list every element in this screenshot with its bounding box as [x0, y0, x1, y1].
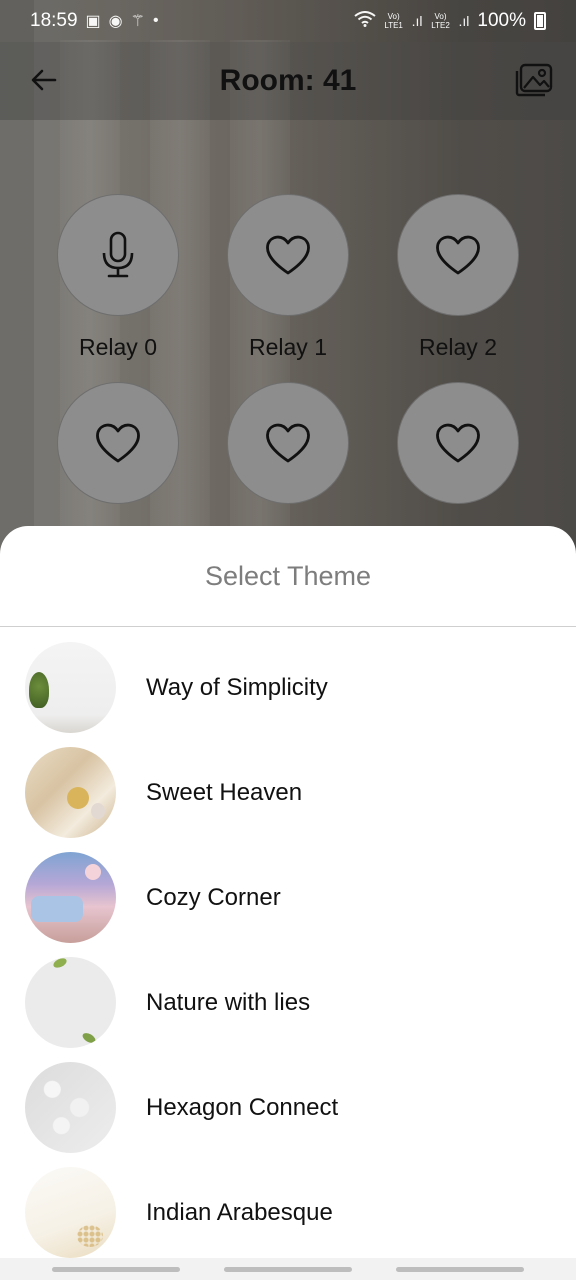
page-title: Room: 41 — [219, 64, 357, 97]
volte1-icon: Vo) LTE1 — [384, 12, 403, 30]
leaf-decor — [51, 957, 69, 970]
heart-icon — [266, 235, 310, 275]
sofa-decor — [31, 896, 83, 922]
theme-list: Way of Simplicity Sweet Heaven Cozy Corn… — [0, 627, 576, 1265]
status-bar: 18:59 ▣ ◉ ⚚ • Vo) LTE1 .ıl Vo) LTE2 .ıl … — [0, 0, 576, 42]
relay-label: Relay 0 — [79, 334, 157, 360]
theme-item-way-of-simplicity[interactable]: Way of Simplicity — [0, 635, 576, 740]
theme-bottom-sheet: Select Theme Way of Simplicity Sweet Hea… — [0, 526, 576, 1280]
nav-back-button[interactable] — [396, 1266, 524, 1272]
flower-decor — [67, 787, 89, 809]
heart-icon — [436, 423, 480, 463]
relay-button[interactable] — [397, 382, 519, 504]
heart-icon — [266, 423, 310, 463]
relay-tile-4[interactable] — [203, 382, 373, 550]
theme-name: Hexagon Connect — [146, 1093, 339, 1121]
status-left: 18:59 ▣ ◉ ⚚ • — [30, 10, 159, 32]
relay-button[interactable] — [57, 194, 179, 316]
plant-decor — [29, 672, 49, 708]
volte2-icon: Vo) LTE2 — [431, 12, 450, 30]
relay-tile-5[interactable] — [373, 382, 543, 550]
image-gallery-icon — [515, 63, 553, 97]
relay-tile-3[interactable] — [33, 382, 203, 550]
theme-thumbnail — [25, 1062, 116, 1153]
status-right: Vo) LTE1 .ıl Vo) LTE2 .ıl 100% — [353, 10, 546, 32]
heart-icon — [436, 235, 480, 275]
nav-recents-button[interactable] — [52, 1266, 180, 1272]
back-button[interactable] — [26, 62, 62, 98]
theme-item-hexagon-connect[interactable]: Hexagon Connect — [0, 1055, 576, 1160]
battery-icon — [534, 12, 546, 30]
cb-icon: ▣ — [85, 13, 101, 30]
theme-thumbnail — [25, 747, 116, 838]
theme-thumbnail — [25, 1167, 116, 1258]
theme-name: Nature with lies — [146, 988, 311, 1016]
theme-item-indian-arabesque[interactable]: Indian Arabesque — [0, 1160, 576, 1265]
leaf-decor — [80, 1031, 98, 1045]
sheet-title: Select Theme — [0, 526, 576, 627]
relay-button[interactable] — [57, 382, 179, 504]
lamp-decor — [85, 864, 101, 880]
theme-thumbnail — [25, 642, 116, 733]
microphone-icon — [102, 231, 134, 278]
relay-tile-0[interactable]: Relay 0 — [33, 194, 203, 362]
relay-button[interactable] — [227, 194, 349, 316]
status-time: 18:59 — [30, 10, 78, 31]
theme-item-cozy-corner[interactable]: Cozy Corner — [0, 845, 576, 950]
theme-thumbnail — [25, 852, 116, 943]
theme-name: Cozy Corner — [146, 883, 281, 911]
gold-decor — [77, 1225, 103, 1247]
relay-tile-1[interactable]: Relay 1 — [203, 194, 373, 362]
heart-icon — [96, 423, 140, 463]
theme-name: Sweet Heaven — [146, 778, 303, 806]
signal1-icon: .ıl — [411, 13, 423, 29]
relay-tile-2[interactable]: Relay 2 — [373, 194, 543, 362]
relay-label: Relay 2 — [419, 334, 497, 360]
theme-name: Way of Simplicity — [146, 673, 328, 701]
dot-icon: • — [152, 12, 159, 29]
battery-text: 100% — [477, 10, 526, 31]
wifi-icon — [353, 10, 376, 32]
nav-home-button[interactable] — [224, 1266, 352, 1272]
relay-grid: Relay 0 Relay 1 Relay 2 — [0, 194, 576, 550]
vase-decor — [91, 803, 105, 819]
system-nav-bar — [0, 1258, 576, 1280]
relay-button[interactable] — [397, 194, 519, 316]
relay-button[interactable] — [227, 382, 349, 504]
theme-item-nature-with-lies[interactable]: Nature with lies — [0, 950, 576, 1055]
app-bar: Room: 41 — [0, 42, 576, 120]
magic-wand-icon: ⚚ — [130, 13, 145, 30]
theme-name: Indian Arabesque — [146, 1198, 333, 1226]
messenger-icon: ◉ — [108, 13, 123, 30]
back-arrow-icon — [31, 69, 57, 91]
theme-thumbnail — [25, 957, 116, 1048]
relay-label: Relay 1 — [249, 334, 327, 360]
signal2-icon: .ıl — [458, 13, 470, 29]
theme-item-sweet-heaven[interactable]: Sweet Heaven — [0, 740, 576, 845]
image-gallery-button[interactable] — [514, 60, 554, 100]
